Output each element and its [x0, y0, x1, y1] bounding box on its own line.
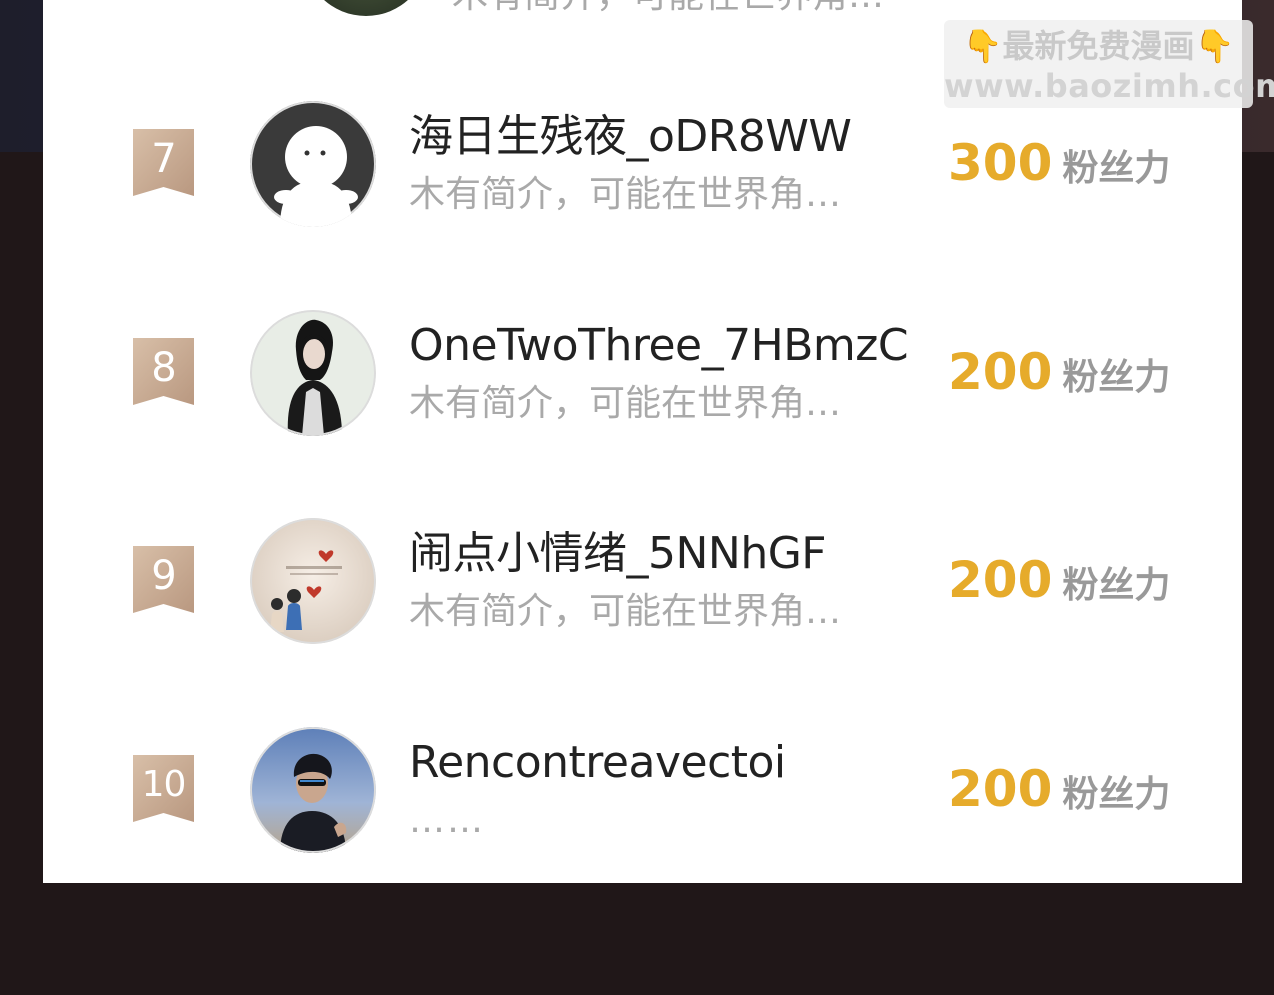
watermark-banner: 👇最新免费漫画👇 www.baozimh.com — [944, 20, 1274, 108]
list-item[interactable]: 9 闹点小情绪_5NNhGF 木有简介，可能在世界角… 200 粉丝力 — [43, 518, 1242, 718]
list-item[interactable]: 7 海日生残夜_oDR8WW 木有简介，可能在世界角… 300 粉丝力 — [43, 101, 1242, 301]
avatar[interactable] — [250, 310, 376, 436]
list-item[interactable]: 8 OneTwoThree_7HBmzC 木有简介，可能在世界角… 200 粉丝力 — [43, 310, 1242, 510]
score-unit: 粉丝力 — [1062, 148, 1171, 189]
list-item[interactable]: 10 Rencontreavectoi …… 200 粉丝力 — [43, 727, 1242, 927]
man-black-jacket-avatar-icon — [250, 310, 376, 436]
user-bio: …… — [409, 800, 485, 841]
fan-power-score: 200 粉丝力 — [948, 550, 1170, 610]
avatar[interactable] — [250, 101, 376, 227]
fan-power-score: 300 粉丝力 — [948, 133, 1170, 193]
fan-power-score: 200 粉丝力 — [948, 342, 1170, 402]
watermark-url: www.baozimh.com — [944, 67, 1274, 105]
rank-number: 10 — [141, 764, 187, 805]
couple-illustration-avatar-icon — [250, 518, 376, 644]
rank-number: 8 — [151, 345, 176, 391]
rank-badge: 8 — [133, 338, 194, 405]
fans-ranking-panel: 木有简介，可能在世界角… 7 海日生残夜_oDR8WW 木有简介，可能在世界角… — [43, 0, 1242, 883]
default-ghost-avatar-icon — [250, 101, 376, 227]
rank-number: 7 — [151, 136, 176, 182]
score-value: 200 — [948, 551, 1053, 609]
user-bio: 木有简介，可能在世界角… — [409, 591, 842, 632]
user-bio: 木有简介，可能在世界角… — [452, 0, 884, 18]
avatar[interactable] — [303, 0, 429, 16]
pointing-down-hand-icon: 👇 — [1194, 27, 1235, 65]
score-unit: 粉丝力 — [1062, 565, 1171, 606]
rank-badge: 9 — [133, 546, 194, 613]
user-bio: 木有简介，可能在世界角… — [409, 174, 842, 215]
person-sunglasses-beach-avatar-icon — [250, 727, 376, 853]
watermark-title: 👇最新免费漫画👇 — [944, 26, 1253, 66]
rank-badge: 7 — [133, 129, 194, 196]
user-name[interactable]: OneTwoThree_7HBmzC — [409, 320, 909, 372]
watermark-text: 最新免费漫画 — [1002, 27, 1195, 65]
score-value: 200 — [948, 343, 1053, 401]
user-name[interactable]: 海日生残夜_oDR8WW — [409, 111, 889, 163]
score-value: 200 — [948, 760, 1053, 818]
avatar[interactable] — [250, 727, 376, 853]
pointing-down-hand-icon: 👇 — [962, 27, 1003, 65]
avatar[interactable] — [250, 518, 376, 644]
fan-power-score: 200 粉丝力 — [948, 759, 1170, 819]
rank-badge: 10 — [133, 755, 194, 822]
score-unit: 粉丝力 — [1062, 357, 1171, 398]
user-bio: 木有简介，可能在世界角… — [409, 383, 842, 424]
user-name[interactable]: Rencontreavectoi — [409, 737, 889, 789]
rank-number: 9 — [151, 553, 176, 599]
score-unit: 粉丝力 — [1062, 774, 1171, 815]
score-value: 300 — [948, 134, 1053, 192]
user-name[interactable]: 闹点小情绪_5NNhGF — [409, 528, 889, 580]
